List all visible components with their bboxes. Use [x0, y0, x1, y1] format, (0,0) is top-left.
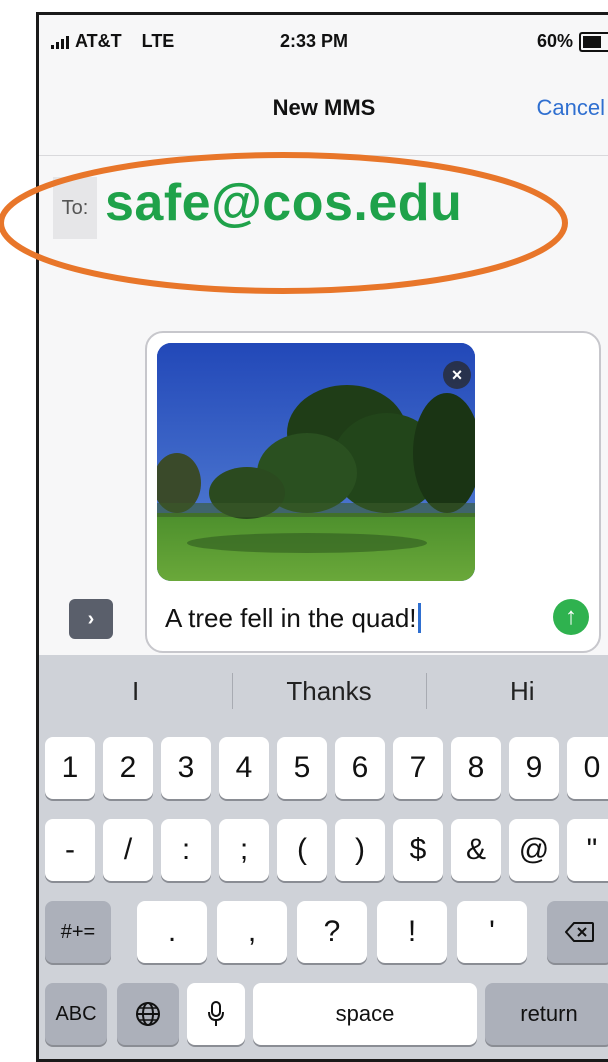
key-6[interactable]: 6 [335, 737, 385, 799]
microphone-glyph [208, 1001, 224, 1026]
prediction-3[interactable]: Hi [425, 655, 608, 727]
key-ampersand[interactable]: & [451, 819, 501, 881]
key-symbols[interactable]: #+= [45, 901, 111, 963]
battery-percent: 60% [536, 31, 573, 51]
key-exclamation[interactable]: ! [377, 901, 447, 963]
key-slash[interactable]: / [103, 819, 153, 881]
microphone-icon[interactable] [187, 983, 245, 1045]
key-close-paren[interactable]: ) [335, 819, 385, 881]
navigation-bar: New MMS Cancel [39, 67, 608, 156]
key-hyphen[interactable]: - [45, 819, 95, 881]
key-at[interactable]: @ [509, 819, 559, 881]
key-9[interactable]: 9 [509, 737, 559, 799]
key-7[interactable]: 7 [393, 737, 443, 799]
battery-icon [579, 31, 608, 52]
page-title: New MMS [272, 95, 376, 120]
backspace-icon[interactable] [547, 901, 608, 963]
photo-image [157, 343, 475, 581]
key-apostrophe[interactable]: ' [457, 901, 527, 963]
key-question[interactable]: ? [297, 901, 367, 963]
prediction-2[interactable]: Thanks [232, 655, 425, 727]
status-bar: AT&T LTE 2:33 PM 60% [39, 15, 608, 67]
predictive-bar: I Thanks Hi [39, 655, 608, 727]
key-8[interactable]: 8 [451, 737, 501, 799]
space-key[interactable]: space [253, 983, 477, 1045]
key-4[interactable]: 4 [219, 737, 269, 799]
globe-glyph [136, 1002, 160, 1026]
status-time: 2:33 PM [279, 31, 349, 51]
to-label: To: [53, 177, 97, 239]
return-key[interactable]: return [485, 983, 608, 1045]
remove-photo-icon[interactable]: × [443, 361, 471, 389]
prediction-1[interactable]: I [39, 655, 232, 727]
recipient-field[interactable]: safe@cos.edu [105, 173, 462, 233]
key-3[interactable]: 3 [161, 737, 211, 799]
key-open-paren[interactable]: ( [277, 819, 327, 881]
message-input[interactable]: A tree fell in the quad! [165, 603, 421, 634]
message-text: A tree fell in the quad! [165, 603, 417, 633]
message-composer[interactable]: × A tree fell in the quad! ↑ [145, 331, 601, 653]
key-semicolon[interactable]: ; [219, 819, 269, 881]
key-0[interactable]: 0 [567, 737, 608, 799]
key-5[interactable]: 5 [277, 737, 327, 799]
recipient-row[interactable]: To: safe@cos.edu [39, 157, 608, 277]
cancel-button[interactable]: Cancel [537, 95, 605, 121]
key-comma[interactable]: , [217, 901, 287, 963]
key-period[interactable]: . [137, 901, 207, 963]
globe-icon[interactable] [117, 983, 179, 1045]
expand-chevron-icon[interactable]: › [69, 599, 113, 639]
key-quote[interactable]: " [567, 819, 608, 881]
backspace-glyph [565, 922, 594, 942]
key-abc[interactable]: ABC [45, 983, 107, 1045]
phone-screen: AT&T LTE 2:33 PM 60% New MMS Cancel To: … [36, 12, 608, 1062]
send-icon[interactable]: ↑ [553, 599, 589, 635]
keyboard: I Thanks Hi 1 2 3 4 5 6 7 8 9 0 - / : ; … [39, 655, 608, 1059]
attached-photo[interactable]: × [157, 343, 475, 581]
key-2[interactable]: 2 [103, 737, 153, 799]
key-dollar[interactable]: $ [393, 819, 443, 881]
key-1[interactable]: 1 [45, 737, 95, 799]
text-cursor [417, 603, 421, 633]
key-colon[interactable]: : [161, 819, 211, 881]
